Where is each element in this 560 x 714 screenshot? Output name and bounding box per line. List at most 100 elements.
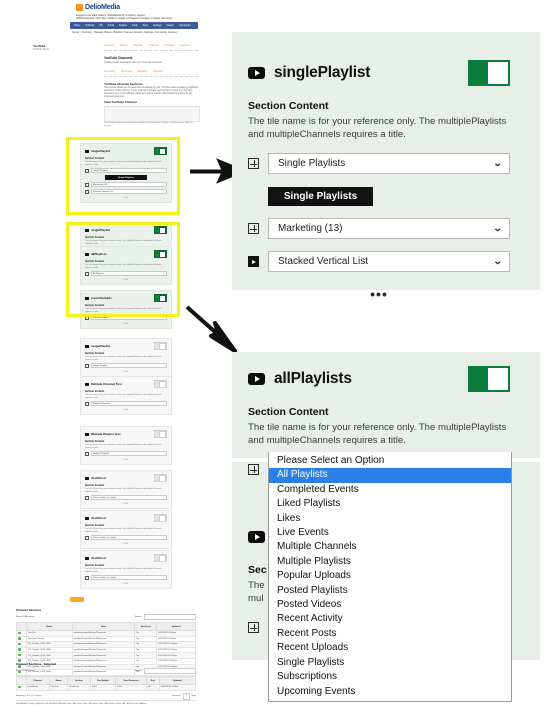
mini-select[interactable]: Multiple Channels ⌄ [91,401,167,407]
mini-tile-6[interactable]: Multiple Playlist Test Section Content T… [80,426,172,466]
subtab-1[interactable]: Channels [121,70,132,73]
nav-item-4[interactable]: Entities [119,24,127,27]
mini-tile-4[interactable]: singlePlaylist Section Content The tile … [80,338,172,378]
table-row[interactable]: DelioMedia Test Tile Resources 100% 100% No 02… [16,684,197,691]
nav-item-9[interactable]: Campaigns [179,24,191,27]
plus-icon-2[interactable] [248,223,259,234]
mini-toggle[interactable] [154,554,167,562]
sub-tab-bar[interactable]: Overview Channels Screens Queries [104,70,198,73]
nav-item-5[interactable]: Tools [132,24,138,27]
table2-next[interactable]: Next [192,695,197,697]
table2-col[interactable]: Channel [25,676,50,685]
dropdown-option-9[interactable]: Posted Playlists [269,584,511,598]
dropdown-option-6[interactable]: Multiple Channels [269,540,511,554]
table2-col[interactable]: Updated [158,676,197,685]
playlist-select[interactable]: Marketing (13) ⌄ [268,218,510,239]
table1-col[interactable]: Name [25,622,73,631]
single-playlists-button[interactable]: Single Playlists [268,187,373,206]
plus-icon[interactable] [85,575,89,580]
plus-icon[interactable] [85,535,89,540]
mini-toggle[interactable] [154,514,167,522]
dropdown-option-3[interactable]: Liked Playlists [269,497,511,511]
tile-enable-toggle-2[interactable] [468,366,510,392]
dropdown-option-12[interactable]: Recent Posts [269,627,511,641]
table1-search-input[interactable] [144,614,196,620]
section-type-select[interactable]: Single Playlists ⌄ [268,153,510,174]
mini-tile-5[interactable]: Multiple Channel Test Section Content Th… [80,376,172,416]
dropdown-option-8[interactable]: Popular Uploads [269,569,511,583]
table1-show[interactable]: Show 10 All entries [16,616,35,618]
mini-tile-9[interactable]: Undefined Section Content The tile name … [80,550,172,590]
table2-page[interactable]: 1 [182,692,190,700]
mini-tile-7[interactable]: Undefined Section Content The tile name … [80,470,172,510]
tab-0[interactable]: Account [104,44,113,47]
mini-select[interactable]: Please Select an Option ⌄ [91,575,167,581]
app-logo[interactable]: DelioMedia [76,4,120,11]
nav-item-3[interactable]: Social [108,24,115,27]
plus-icon-4[interactable] [248,622,259,633]
plus-icon[interactable] [85,363,89,368]
table1-col[interactable]: Updated [156,622,196,631]
mini-toggle[interactable] [154,474,167,482]
dropdown-option-0[interactable]: Please Select an Option [269,454,511,468]
table2-col[interactable]: Section [67,676,91,685]
table2-col[interactable]: Sort [145,676,160,685]
play-icon[interactable] [248,256,259,267]
plus-icon-3[interactable] [248,464,259,475]
dropdown-option-14[interactable]: Single Playlists [269,656,511,670]
section-type-dropdown-list[interactable]: Please Select an Option All Playlists Comp… [268,452,512,702]
nav-item-7[interactable]: Settings [153,24,162,27]
mini-dots[interactable]: ••• [85,541,167,545]
table2-col[interactable]: Sort Added [89,676,117,685]
dropdown-option-11[interactable]: Recent Activity [269,612,511,626]
subtab-0[interactable]: Overview [104,70,115,73]
mini-select[interactable]: Multiple Playlists ⌄ [91,451,167,457]
dropdown-option-13[interactable]: Recent Uploads [269,641,511,655]
main-nav[interactable]: Home Publicity PR Social Entities Tools Sites S… [70,22,198,29]
table2-prev[interactable]: Previous [172,695,181,697]
mini-toggle[interactable] [154,342,167,350]
tab-4[interactable]: Settings [164,44,173,47]
subtab-3[interactable]: Queries [153,70,162,73]
dropdown-option-15[interactable]: Subscriptions [269,670,511,684]
mini-select[interactable]: Single Playlists⌄ [91,363,167,369]
mini-dots[interactable]: ••• [85,501,167,505]
tile-enable-toggle[interactable] [468,60,510,86]
tab-1[interactable]: Videos [119,44,127,47]
dropdown-option-10[interactable]: Posted Videos [269,598,511,612]
tab-5[interactable]: Queries [180,44,189,47]
mini-dots[interactable]: ••• [85,321,167,325]
table2-col[interactable] [16,676,27,685]
mini-select[interactable]: Please Select an Option ⌄ [91,495,167,501]
tab-bar[interactable]: Account Videos Playlists Channel Settings Que… [104,44,198,47]
table2-search[interactable]: Search: [134,668,196,674]
plus-icon[interactable] [248,158,259,169]
dropdown-option-5[interactable]: Live Events [269,526,511,540]
tab-2[interactable]: Playlists [133,44,143,47]
subtab-2[interactable]: Screens [138,70,148,73]
publish-button[interactable] [70,597,84,602]
mini-toggle[interactable] [154,380,167,388]
nav-item-6[interactable]: Sites [143,24,148,27]
mini-dots[interactable]: ••• [85,581,167,585]
table2-col[interactable]: Name [48,676,69,685]
layout-select[interactable]: Stacked Vertical List ⌄ [268,251,510,272]
drag-handle-dots[interactable]: ••• [248,286,510,302]
dropdown-option-4[interactable]: Likes [269,512,511,526]
table1-col[interactable]: Archived [134,622,158,631]
tab-3[interactable]: Channel [149,44,159,47]
table2-show[interactable]: Show 10 All entries [16,670,35,672]
table2-search-input[interactable] [144,668,196,674]
dropdown-option-2[interactable]: Completed Events [269,483,511,497]
nav-item-8[interactable]: Master [167,24,174,27]
table2-col[interactable]: Sort Removed [115,676,147,685]
plus-icon[interactable] [85,495,89,500]
mini-dots[interactable]: ••• [85,407,167,411]
table1-col[interactable]: Value [71,622,136,631]
mini-tile-8[interactable]: Undefined Section Content The tile name … [80,510,172,550]
table1-search[interactable]: Search: [134,614,196,620]
table2-pager[interactable]: Previous 1 Next [172,692,197,700]
table1-col[interactable] [16,622,27,631]
plus-icon[interactable] [85,451,89,456]
mini-toggle[interactable] [154,430,167,438]
